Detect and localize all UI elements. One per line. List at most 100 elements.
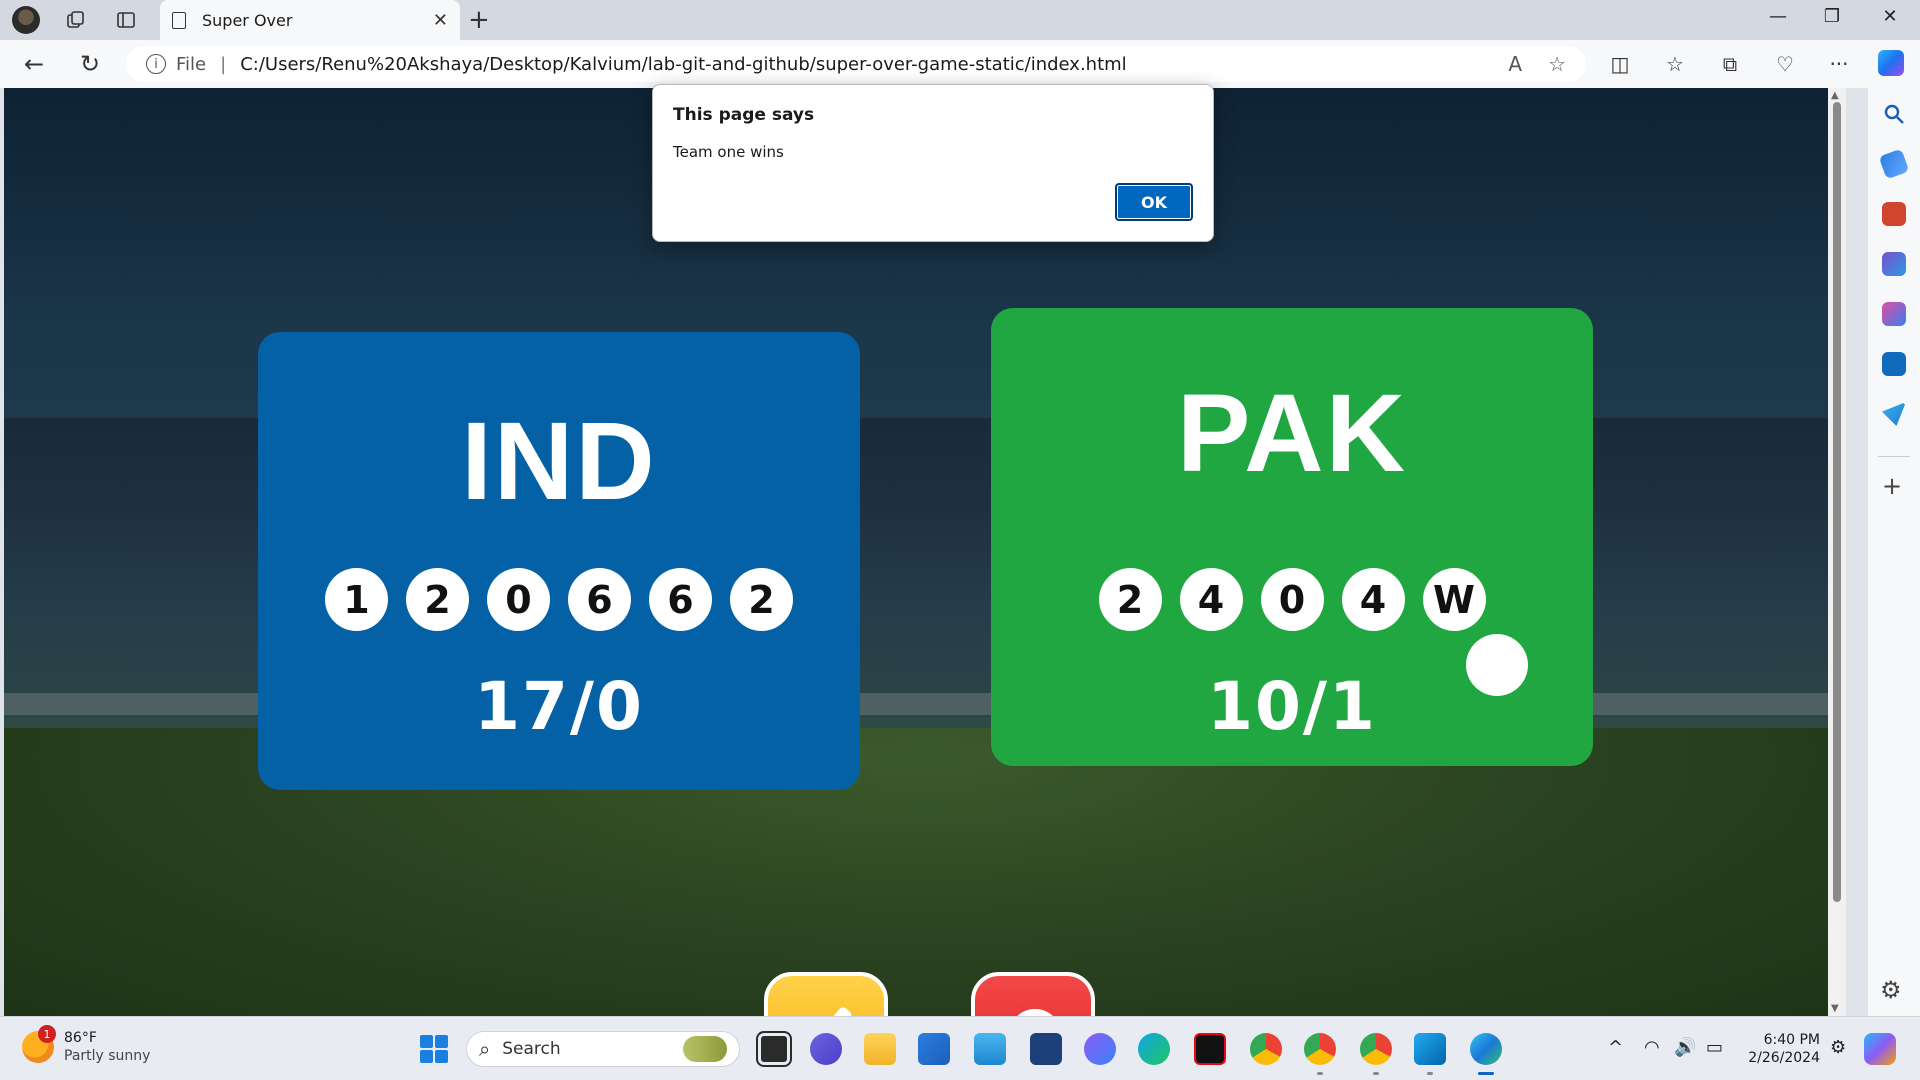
copilot-preview-icon[interactable] [1864, 1033, 1896, 1065]
team-one-balls: 1 2 0 6 6 2 [258, 568, 860, 631]
refresh-button[interactable]: ↻ [72, 50, 108, 78]
reset-button[interactable] [971, 972, 1095, 1016]
ball-result: 2 [730, 568, 793, 631]
team-one-card: IND 1 2 0 6 6 2 17/0 [258, 332, 860, 790]
netflix-icon[interactable] [1194, 1033, 1226, 1065]
remote-desktop-icon[interactable] [974, 1033, 1006, 1065]
scroll-up-icon[interactable]: ▲ [1831, 90, 1839, 101]
team-two-card: PAK 2 4 0 4 W 10/1 [991, 308, 1593, 766]
read-aloud-icon[interactable]: A [1508, 52, 1522, 76]
shopping-icon[interactable] [1878, 148, 1910, 180]
file-explorer-icon[interactable] [864, 1033, 896, 1065]
favorites-icon[interactable]: ☆ [1660, 52, 1690, 76]
ball-result: 2 [406, 568, 469, 631]
more-menu-icon[interactable]: ··· [1824, 52, 1854, 76]
microsoft-store-icon[interactable] [918, 1033, 950, 1065]
team-two-balls: 2 4 0 4 W [991, 568, 1593, 631]
tab-super-over[interactable]: Super Over ✕ [160, 0, 460, 40]
weather-condition: Partly sunny [64, 1048, 151, 1064]
tab-title: Super Over [202, 10, 293, 30]
sidebar-divider [1878, 456, 1910, 457]
tab-strip: Super Over ✕ + — ❐ ✕ [0, 0, 1920, 40]
notification-icon[interactable]: ⚙ [1830, 1037, 1846, 1058]
notification-badge: 1 [38, 1025, 56, 1043]
address-bar[interactable]: i File | C:/Users/Renu%20Akshaya/Desktop… [126, 46, 1586, 82]
dialog-title: This page says [673, 105, 815, 125]
edge-dev-icon[interactable] [1138, 1033, 1170, 1065]
taskbar-search[interactable]: ⌕ Search [466, 1031, 740, 1067]
new-tab-button[interactable]: + [468, 6, 490, 34]
page-scrollbar[interactable]: ▲ ▼ [1828, 88, 1846, 1016]
microsoft365-icon[interactable] [1882, 302, 1906, 326]
vertical-tabs-icon[interactable] [112, 6, 140, 34]
copilot-icon[interactable] [1878, 50, 1904, 76]
ball-result: 0 [487, 568, 550, 631]
search-placeholder: Search [502, 1039, 561, 1059]
scroll-down-icon[interactable]: ▼ [1831, 1003, 1839, 1014]
ball-result: 6 [568, 568, 631, 631]
current-ball-marker [1466, 634, 1528, 696]
dialog-message: Team one wins [673, 143, 784, 161]
browser-toolbar: ← ↻ i File | C:/Users/Renu%20Akshaya/Des… [0, 40, 1920, 88]
restore-button[interactable]: ❐ [1812, 6, 1852, 27]
dev-home-icon[interactable] [1030, 1033, 1062, 1065]
wifi-icon[interactable]: ◠ [1644, 1037, 1660, 1058]
volume-icon[interactable]: 🔊 [1674, 1037, 1696, 1058]
edge-sidebar: + ⚙ [1868, 88, 1920, 1016]
performance-icon[interactable]: ♡ [1770, 52, 1800, 76]
favorite-star-icon[interactable]: ☆ [1548, 52, 1566, 76]
back-button[interactable]: ← [16, 50, 52, 78]
system-clock[interactable]: 6:40 PM 2/26/2024 [1742, 1031, 1820, 1067]
chrome-profile-2-icon[interactable] [1360, 1033, 1392, 1075]
weather-widget[interactable]: 1 86°F Partly sunny [22, 1025, 151, 1065]
ball-result: 0 [1260, 568, 1324, 631]
ball-result: 4 [1341, 568, 1405, 631]
minimize-button[interactable]: — [1758, 6, 1798, 27]
weather-sun-icon: 1 [22, 1025, 56, 1063]
add-sidebar-app-icon[interactable]: + [1882, 472, 1902, 500]
taskbar: 1 86°F Partly sunny ⌕ Search ^ ◠ 🔊 ▭ 6:4… [0, 1016, 1920, 1080]
games-icon[interactable] [1882, 252, 1906, 276]
ball-result: 2 [1098, 568, 1162, 631]
copilot-app-icon[interactable] [1084, 1033, 1116, 1065]
scroll-thumb[interactable] [1833, 102, 1841, 902]
address-prefix: File [176, 53, 207, 75]
reset-icon [1017, 1009, 1053, 1016]
strike-button[interactable] [764, 972, 888, 1016]
ball-result: W [1422, 568, 1486, 631]
clock-time: 6:40 PM [1763, 1032, 1820, 1048]
chrome-profile-r-icon[interactable] [1304, 1033, 1336, 1075]
weather-temp: 86°F [64, 1030, 97, 1046]
team-one-name: IND [461, 400, 657, 523]
search-highlight-icon [683, 1036, 727, 1062]
outlook-icon[interactable] [1882, 352, 1906, 376]
drop-icon[interactable] [1882, 402, 1906, 426]
url-text[interactable]: C:/Users/Renu%20Akshaya/Desktop/Kalvium/… [240, 54, 1482, 75]
info-icon[interactable]: i [146, 54, 166, 74]
bat-icon [811, 1007, 852, 1016]
task-view-icon[interactable] [756, 1031, 792, 1067]
workspaces-icon[interactable] [62, 6, 90, 34]
battery-icon[interactable]: ▭ [1706, 1037, 1723, 1058]
sidebar-settings-icon[interactable]: ⚙ [1880, 976, 1902, 1004]
search-icon: ⌕ [479, 1037, 491, 1061]
tab-close-icon[interactable]: ✕ [433, 10, 448, 31]
ok-button[interactable]: OK [1115, 183, 1193, 221]
clock-date: 2/26/2024 [1748, 1050, 1820, 1066]
vscode-icon[interactable] [1414, 1033, 1446, 1075]
start-button-icon[interactable] [420, 1035, 448, 1063]
tools-icon[interactable] [1882, 202, 1906, 226]
team-one-score: 17/0 [474, 668, 644, 745]
show-hidden-icons[interactable]: ^ [1608, 1037, 1623, 1058]
page-icon [172, 11, 186, 29]
collections-icon[interactable]: ⧉ [1715, 52, 1745, 76]
address-separator: | [220, 53, 227, 75]
teams-chat-icon[interactable] [810, 1033, 842, 1065]
search-icon[interactable] [1882, 102, 1906, 126]
ball-result: 1 [325, 568, 388, 631]
chrome-icon[interactable] [1250, 1033, 1282, 1065]
profile-avatar[interactable] [12, 6, 40, 34]
close-window-button[interactable]: ✕ [1870, 6, 1910, 27]
split-screen-icon[interactable]: ◫ [1605, 52, 1635, 76]
edge-icon[interactable] [1470, 1033, 1502, 1075]
